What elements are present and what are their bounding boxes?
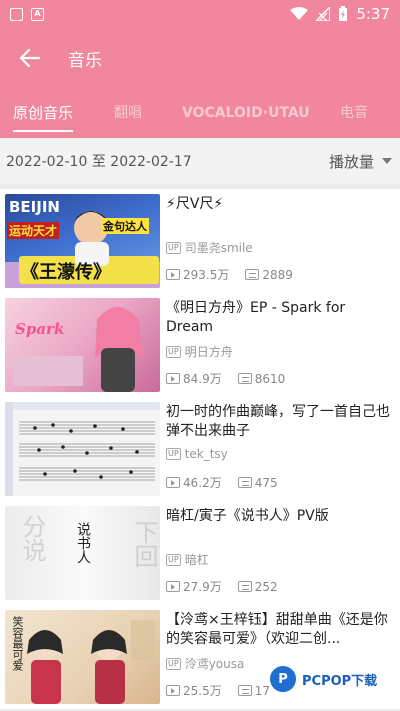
danmaku-icon bbox=[237, 685, 252, 696]
video-stats: 84.9万 8610 bbox=[166, 370, 285, 387]
video-title: ⚡尺V尺⚡ bbox=[166, 196, 224, 212]
up-badge: UP bbox=[166, 241, 181, 254]
danmaku-icon bbox=[237, 581, 252, 592]
date-range[interactable]: 2022-02-10 至 2022-02-17 bbox=[6, 151, 192, 171]
video-title: 【泠鸢×王梓钰】甜甜单曲《还是你的笑容最可爱》（欢迎二创... bbox=[166, 612, 388, 647]
gallery-notification-icon bbox=[10, 7, 23, 21]
video-info: 暗杠/寅子《说书人》PV版 UP 暗杠 27.9万 252 bbox=[166, 507, 392, 599]
sort-dropdown[interactable]: 播放量 bbox=[329, 151, 392, 172]
video-title: 暗杠/寅子《说书人》PV版 bbox=[166, 508, 329, 524]
watermark-logo: P bbox=[268, 664, 298, 694]
category-tabs: 原创音乐 翻唱 VOCALOID·UTAU 电音 bbox=[0, 88, 400, 138]
video-info: ⚡尺V尺⚡ UP 司墨尧smile 293.5万 2889 bbox=[166, 195, 392, 287]
uploader[interactable]: UP 司墨尧smile bbox=[166, 239, 253, 256]
uploader-name: tek_tsy bbox=[184, 447, 228, 461]
up-badge: UP bbox=[166, 448, 181, 460]
video-thumbnail: 分说 说书人 下回 bbox=[5, 506, 160, 600]
tab-original-music[interactable]: 原创音乐 bbox=[13, 88, 74, 138]
thumb-text: 金句达人 bbox=[101, 218, 149, 234]
arrow-left-icon bbox=[20, 49, 40, 67]
wifi-icon bbox=[290, 7, 309, 20]
tab-electronic[interactable]: 电音 bbox=[340, 88, 368, 138]
thumb-text: BEIJIN bbox=[9, 198, 60, 216]
thumb-text: 笑容最可爱 bbox=[11, 616, 24, 671]
watermark-text: PCPOP下载 bbox=[302, 673, 378, 689]
chevron-down-icon bbox=[382, 158, 392, 164]
uploader-name: 暗杠 bbox=[184, 553, 209, 567]
view-count: 46.2万 bbox=[183, 476, 222, 490]
play-count-icon bbox=[166, 685, 180, 696]
watermark: P PCPOP下载 bbox=[268, 664, 377, 694]
danmaku-icon bbox=[237, 477, 252, 488]
filter-bar: 2022-02-10 至 2022-02-17 播放量 bbox=[0, 138, 400, 184]
up-badge: UP bbox=[166, 657, 181, 670]
page-title: 音乐 bbox=[68, 50, 102, 71]
view-count: 293.5万 bbox=[183, 268, 230, 282]
status-bar: A 5:37 bbox=[0, 0, 400, 28]
sort-label: 播放量 bbox=[328, 152, 374, 171]
danmaku-count: 2889 bbox=[262, 267, 293, 282]
signal-icon bbox=[316, 7, 331, 21]
danmaku-count: 475 bbox=[254, 475, 278, 490]
video-stats: 25.5万 17 bbox=[166, 682, 270, 699]
thumb-text: 下回 bbox=[130, 520, 158, 568]
danmaku-count: 8610 bbox=[254, 371, 286, 386]
video-info: 《明日方舟》EP - Spark for Dream UP 明日方舟 84.9万… bbox=[166, 299, 392, 391]
video-title: 初一时的作曲巅峰，写了一首自己也弹不出来曲子 bbox=[166, 404, 390, 439]
danmaku-icon bbox=[245, 269, 260, 280]
video-card[interactable]: BEIJIN 运动天才 金句达人 《王濛传》 ⚡尺V尺⚡ UP 司墨尧smile… bbox=[0, 189, 400, 293]
date-end: 2022-02-17 bbox=[110, 154, 192, 170]
video-thumbnail: BEIJIN 运动天才 金句达人 《王濛传》 bbox=[5, 194, 160, 288]
status-time: 5:37 bbox=[356, 5, 390, 23]
back-button[interactable] bbox=[0, 28, 60, 88]
app-notification-icon: A bbox=[31, 7, 44, 21]
uploader[interactable]: UP 明日方舟 bbox=[166, 343, 233, 360]
video-thumbnail bbox=[5, 402, 160, 496]
tab-cover[interactable]: 翻唱 bbox=[114, 88, 142, 138]
video-card[interactable]: Spark 《明日方舟》EP - Spark for Dream UP 明日方舟… bbox=[0, 293, 400, 397]
play-count-icon bbox=[166, 581, 180, 592]
uploader-name: 泠鸢yousa bbox=[184, 657, 245, 671]
date-separator: 至 bbox=[91, 154, 106, 170]
uploader-name: 明日方舟 bbox=[184, 345, 233, 359]
app-bar: 音乐 bbox=[0, 28, 400, 88]
battery-icon bbox=[339, 6, 348, 21]
uploader[interactable]: UP 泠鸢yousa bbox=[166, 655, 244, 672]
thumb-text: 运动天才 bbox=[7, 222, 60, 239]
thumb-text: 分说 bbox=[18, 514, 46, 562]
tab-vocaloid[interactable]: VOCALOID·UTAU bbox=[182, 88, 310, 138]
video-info: 初一时的作曲巅峰，写了一首自己也弹不出来曲子 UP tek_tsy 46.2万 … bbox=[166, 403, 392, 495]
uploader[interactable]: UP 暗杠 bbox=[166, 551, 209, 568]
video-thumbnail: Spark bbox=[5, 298, 160, 392]
video-stats: 293.5万 2889 bbox=[166, 266, 293, 283]
thumb-text: Spark bbox=[15, 320, 65, 338]
view-count: 27.9万 bbox=[183, 580, 222, 594]
date-start: 2022-02-10 bbox=[6, 154, 88, 170]
danmaku-icon bbox=[237, 373, 252, 384]
video-card[interactable]: 初一时的作曲巅峰，写了一首自己也弹不出来曲子 UP tek_tsy 46.2万 … bbox=[0, 397, 400, 501]
play-count-icon bbox=[166, 269, 180, 280]
thumb-text: 说书人 bbox=[75, 522, 91, 564]
video-thumbnail: 笑容最可爱 bbox=[5, 610, 160, 704]
thumb-text: 《王濛传》 bbox=[21, 262, 111, 283]
play-count-icon bbox=[166, 373, 180, 384]
up-badge: UP bbox=[166, 553, 181, 566]
view-count: 25.5万 bbox=[183, 684, 222, 698]
view-count: 84.9万 bbox=[183, 372, 222, 386]
video-card[interactable]: 分说 说书人 下回 暗杠/寅子《说书人》PV版 UP 暗杠 27.9万 252 bbox=[0, 501, 400, 605]
uploader[interactable]: UP tek_tsy bbox=[166, 447, 228, 461]
danmaku-count: 252 bbox=[254, 579, 278, 594]
video-title: 《明日方舟》EP - Spark for Dream bbox=[166, 300, 346, 335]
video-stats: 27.9万 252 bbox=[166, 578, 278, 595]
up-badge: UP bbox=[166, 345, 181, 358]
video-stats: 46.2万 475 bbox=[166, 474, 278, 491]
uploader-name: 司墨尧smile bbox=[184, 241, 253, 255]
play-count-icon bbox=[166, 477, 180, 488]
